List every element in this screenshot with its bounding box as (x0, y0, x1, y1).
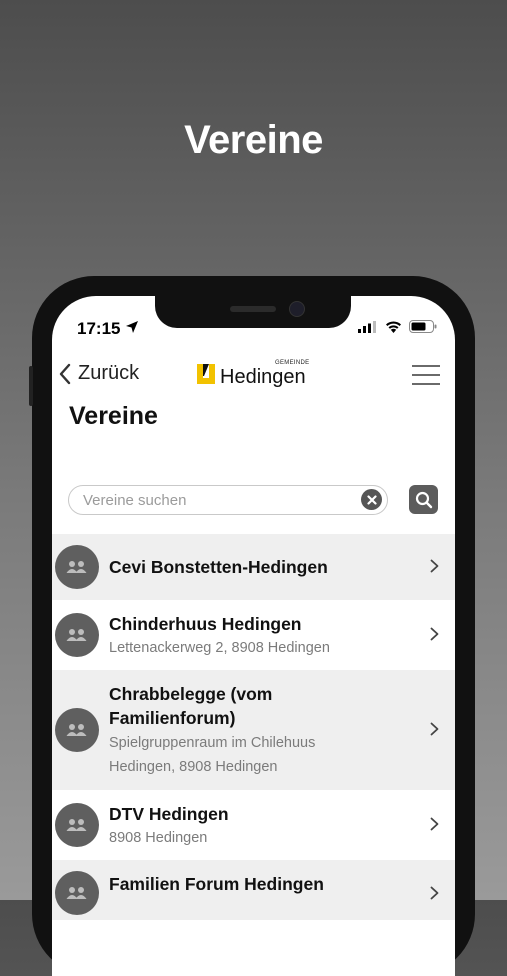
group-icon (66, 724, 87, 736)
item-title: DTV Hedingen (109, 804, 229, 824)
back-button[interactable]: Zurück (58, 362, 139, 385)
item-address-line2: Hedingen, 8908 Hedingen (109, 759, 278, 775)
avatar (55, 545, 99, 589)
logo-name: Hedingen (220, 366, 306, 388)
item-title: Familien Forum Hedingen (109, 874, 324, 894)
group-icon (66, 629, 87, 641)
signal-icon (358, 320, 376, 333)
avatar (55, 803, 99, 847)
location-arrow-icon (126, 321, 138, 333)
chevron-left-icon (59, 363, 71, 384)
status-icons (358, 320, 437, 333)
chevron-right-icon (430, 886, 439, 900)
item-title: Chrabbelegge (vom (109, 684, 273, 704)
list-item[interactable]: Chrabbelegge (vom Familienforum) Spielgr… (52, 670, 455, 790)
item-title: Chinderhuus Hedingen (109, 614, 302, 634)
phone-frame: 17:15 Zurück GEMEINDE Hedingen Vereine V… (29, 276, 475, 976)
list-item[interactable]: Familien Forum Hedingen (52, 860, 455, 920)
wifi-icon (386, 321, 401, 333)
logo-mark-icon (197, 364, 215, 384)
nav-bar: Zurück GEMEINDE Hedingen (52, 356, 455, 396)
close-icon (366, 494, 377, 505)
group-icon (66, 887, 87, 899)
item-address: Lettenackerweg 2, 8908 Hedingen (109, 640, 330, 656)
speaker (230, 306, 276, 312)
back-label: Zurück (78, 362, 140, 384)
group-icon (66, 561, 87, 573)
status-time: 17:15 (77, 319, 121, 338)
chevron-right-icon (430, 817, 439, 831)
club-list: Cevi Bonstetten-Hedingen Chinderhuus Hed… (52, 534, 455, 920)
chevron-right-icon (430, 559, 439, 573)
group-icon (66, 819, 87, 831)
search-field (68, 485, 388, 515)
app-screen: 17:15 Zurück GEMEINDE Hedingen Vereine V… (52, 296, 455, 976)
list-item[interactable]: Chinderhuus Hedingen Lettenackerweg 2, 8… (52, 600, 455, 670)
battery-icon (409, 320, 437, 333)
item-address: 8908 Hedingen (109, 830, 208, 846)
notch (155, 296, 351, 328)
avatar (55, 708, 99, 752)
list-item[interactable]: DTV Hedingen 8908 Hedingen (52, 790, 455, 860)
chevron-right-icon (430, 627, 439, 641)
avatar (55, 613, 99, 657)
search-input[interactable] (81, 486, 355, 515)
item-address: Spielgruppenraum im Chilehuus (109, 735, 316, 751)
chevron-right-icon (430, 722, 439, 736)
item-title-line2: Familienforum) (109, 708, 236, 728)
page-title: Vereine (69, 402, 158, 430)
search-icon (415, 491, 432, 508)
promo-title: Vereine (184, 118, 323, 162)
clear-search-button[interactable] (361, 489, 382, 510)
avatar (55, 871, 99, 915)
search-button[interactable] (409, 485, 438, 514)
item-title: Cevi Bonstetten-Hedingen (109, 557, 328, 577)
list-item[interactable]: Cevi Bonstetten-Hedingen (52, 534, 455, 600)
hamburger-menu-icon[interactable] (411, 364, 441, 386)
front-camera (289, 301, 305, 317)
